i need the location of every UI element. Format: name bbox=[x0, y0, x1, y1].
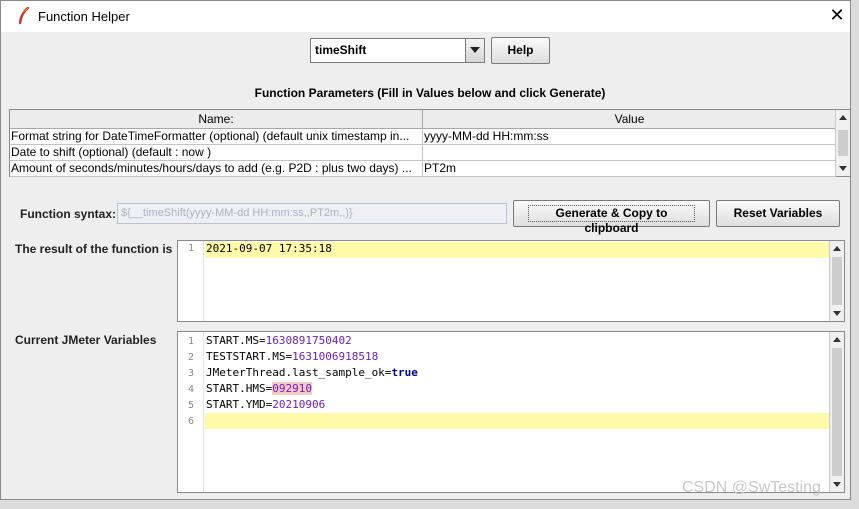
result-scrollbar[interactable] bbox=[829, 241, 844, 321]
param-name-cell: Date to shift (optional) (default : now … bbox=[10, 145, 423, 161]
window-title: Function Helper bbox=[38, 9, 130, 24]
line-number: 3 bbox=[187, 368, 194, 379]
function-select-value: timeShift bbox=[315, 43, 367, 57]
variable-value: 1630891750402 bbox=[265, 334, 352, 347]
title-bar: Function Helper ✕ bbox=[1, 1, 850, 32]
generate-copy-button[interactable]: Generate & Copy to clipboard bbox=[513, 200, 710, 235]
background-window-edge-bottom bbox=[0, 500, 859, 509]
param-value-cell[interactable]: PT2m bbox=[423, 161, 836, 177]
variable-line: START.MS=1630891750402 bbox=[206, 334, 352, 347]
chevron-down-icon[interactable] bbox=[465, 39, 484, 62]
help-button[interactable]: Help bbox=[491, 37, 550, 64]
variable-line: START.YMD=20210906 bbox=[206, 398, 325, 411]
param-value-cell[interactable] bbox=[423, 145, 836, 161]
variable-value: 092910 bbox=[272, 382, 312, 395]
variable-line: TESTSTART.MS=1631006918518 bbox=[206, 350, 378, 363]
line-number: 5 bbox=[187, 400, 194, 411]
variable-line: JMeterThread.last_sample_ok=true bbox=[206, 366, 418, 379]
result-value: 2021-09-07 17:35:18 bbox=[206, 242, 332, 255]
column-header-name[interactable]: Name: bbox=[10, 110, 423, 129]
function-syntax-field[interactable]: ${__timeShift(yyyy-MM-dd HH:mm:ss,,PT2m,… bbox=[117, 203, 507, 224]
result-editor[interactable]: 1 2021-09-07 17:35:18 bbox=[177, 240, 845, 322]
table-row[interactable]: Format string for DateTimeFormatter (opt… bbox=[10, 129, 836, 145]
line-number: 1 bbox=[187, 243, 194, 254]
variable-key: START.MS= bbox=[206, 334, 266, 347]
scroll-up-icon[interactable] bbox=[833, 337, 841, 342]
generate-button-label: Generate & Copy to clipboard bbox=[528, 205, 695, 235]
variable-key: JMeterThread.last_sample_ok= bbox=[206, 366, 392, 379]
scroll-down-icon[interactable] bbox=[833, 482, 841, 487]
variable-key: START.YMD= bbox=[206, 398, 273, 411]
params-title: Function Parameters (Fill in Values belo… bbox=[254, 86, 606, 100]
variable-line: START.HMS=092910 bbox=[206, 382, 312, 395]
scroll-up-icon[interactable] bbox=[839, 115, 847, 120]
watermark: CSDN @SwTesting bbox=[682, 479, 821, 496]
variable-value: 20210906 bbox=[272, 398, 326, 411]
variables-editor[interactable]: 1 START.MS=1630891750402 2 TESTSTART.MS=… bbox=[177, 331, 845, 493]
table-row[interactable]: Date to shift (optional) (default : now … bbox=[10, 145, 836, 161]
reset-variables-button[interactable]: Reset Variables bbox=[716, 200, 840, 227]
scroll-up-icon[interactable] bbox=[833, 246, 841, 251]
function-helper-dialog: Function Helper ✕ timeShift Help Functio… bbox=[0, 0, 851, 500]
variables-label: Current JMeter Variables bbox=[15, 333, 157, 347]
variable-value: true bbox=[391, 366, 418, 379]
feather-icon bbox=[18, 7, 30, 25]
scroll-down-icon[interactable] bbox=[833, 311, 841, 316]
scroll-thumb[interactable] bbox=[832, 257, 842, 305]
function-select[interactable]: timeShift bbox=[310, 38, 485, 63]
line-number: 4 bbox=[187, 384, 194, 395]
param-name-cell: Format string for DateTimeFormatter (opt… bbox=[10, 129, 423, 145]
variable-key: START.HMS= bbox=[206, 382, 273, 395]
close-icon[interactable]: ✕ bbox=[819, 1, 855, 32]
variable-key: TESTSTART.MS= bbox=[206, 350, 293, 363]
param-name-cell: Amount of seconds/minutes/hours/days to … bbox=[10, 161, 423, 177]
table-row[interactable]: Amount of seconds/minutes/hours/days to … bbox=[10, 161, 836, 177]
variables-scrollbar[interactable] bbox=[829, 332, 844, 492]
scroll-down-icon[interactable] bbox=[839, 166, 847, 171]
params-table: Name: Value Format string for DateTimeFo… bbox=[9, 109, 851, 177]
line-number: 1 bbox=[187, 336, 194, 347]
line-number: 6 bbox=[187, 416, 194, 427]
scroll-thumb[interactable] bbox=[832, 348, 842, 476]
current-line-highlight bbox=[205, 413, 830, 429]
variable-value: 1631006918518 bbox=[292, 350, 379, 363]
result-label: The result of the function is bbox=[15, 242, 173, 256]
params-scrollbar[interactable] bbox=[835, 110, 850, 176]
scroll-thumb[interactable] bbox=[838, 130, 848, 156]
param-value-cell[interactable]: yyyy-MM-dd HH:mm:ss bbox=[423, 129, 836, 145]
column-header-value[interactable]: Value bbox=[423, 110, 836, 129]
function-syntax-label: Function syntax: bbox=[20, 207, 117, 221]
background-window-edge bbox=[851, 0, 859, 509]
line-number: 2 bbox=[187, 352, 194, 363]
